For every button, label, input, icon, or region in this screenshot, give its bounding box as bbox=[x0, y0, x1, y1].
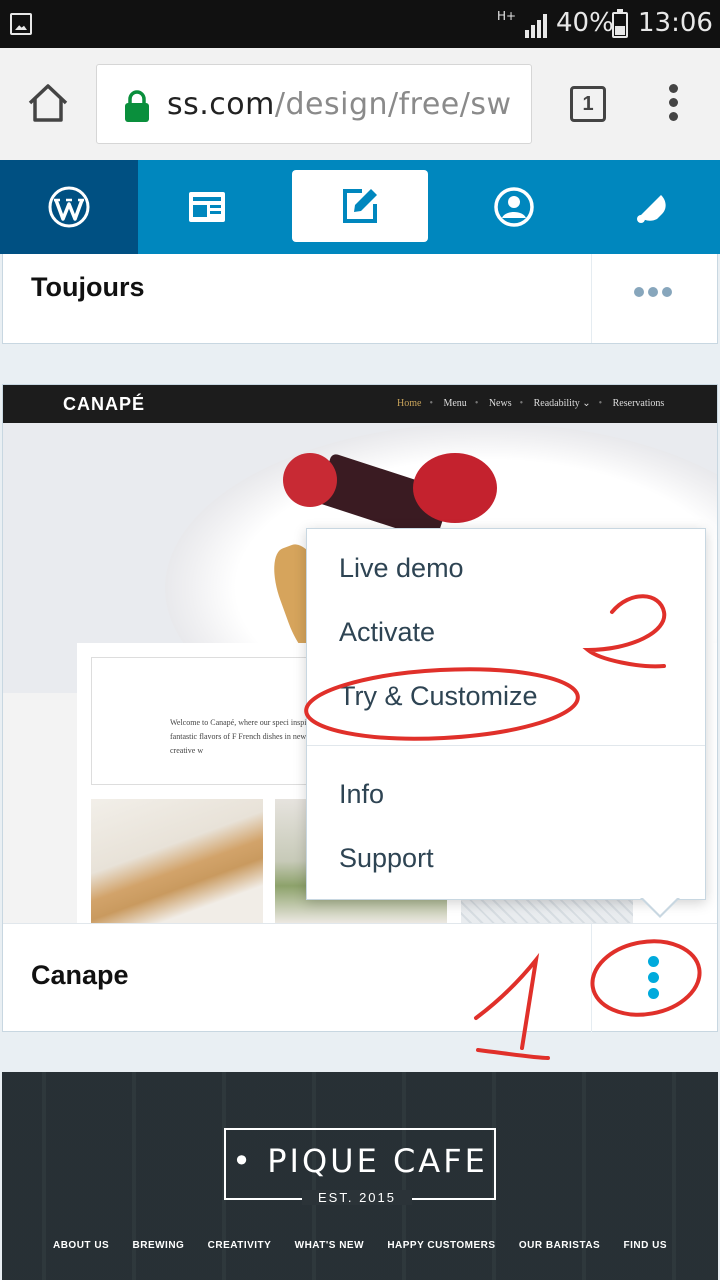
support-menu-item[interactable]: Support bbox=[339, 843, 434, 874]
battery-percent: 40% bbox=[556, 8, 614, 38]
try-customize-menu-item[interactable]: Try & Customize bbox=[339, 681, 538, 712]
overflow-menu-icon[interactable] bbox=[664, 84, 684, 124]
write-button[interactable] bbox=[292, 170, 428, 242]
url-domain: ss.com bbox=[167, 87, 275, 122]
preview-menu-item: Menu bbox=[443, 398, 467, 409]
preview-menu-item: Readability ⌄ bbox=[533, 398, 591, 409]
lock-icon bbox=[125, 90, 149, 122]
preview-thumb-bread bbox=[91, 799, 263, 923]
popover-arrow bbox=[640, 897, 680, 918]
pique-menu-item: FIND US bbox=[623, 1240, 668, 1251]
notifications-button[interactable] bbox=[582, 160, 720, 254]
battery-icon bbox=[612, 9, 628, 38]
write-icon bbox=[343, 189, 377, 223]
preview-menu-item: News bbox=[488, 398, 512, 409]
browser-toolbar: ss.com/design/free/sw 1 bbox=[0, 48, 720, 160]
pique-menu-item: CREATIVITY bbox=[207, 1240, 272, 1251]
more-horizontal-icon bbox=[634, 284, 676, 302]
menu-divider bbox=[307, 745, 705, 746]
pique-menu-item: WHAT'S NEW bbox=[294, 1240, 365, 1251]
url-bar[interactable]: ss.com/design/free/sw bbox=[96, 64, 532, 144]
preview-menu-item: Home bbox=[397, 398, 422, 409]
url-text: ss.com/design/free/sw bbox=[167, 87, 512, 122]
url-path: /design/free/sw bbox=[274, 87, 512, 122]
reader-icon bbox=[189, 192, 225, 222]
theme-card-toujours: Toujours bbox=[2, 254, 718, 344]
wp-masterbar bbox=[0, 160, 720, 254]
live-demo-menu-item[interactable]: Live demo bbox=[339, 553, 464, 584]
preview-navbar: CANAPÉ Home • Menu • News • Readability ⌄ • … bbox=[3, 385, 717, 423]
reader-button[interactable] bbox=[138, 160, 276, 254]
screen: H+ 40% 13:06 ss.com/design/free/sw 1 Tou… bbox=[0, 0, 720, 1280]
preview-menu-item: Reservations bbox=[612, 398, 665, 409]
home-icon[interactable] bbox=[26, 83, 70, 123]
signal-icon bbox=[525, 14, 547, 38]
info-menu-item[interactable]: Info bbox=[339, 779, 384, 810]
gallery-notification-icon bbox=[10, 13, 32, 35]
pique-logo-text: • PIQUE CAFE • bbox=[232, 1142, 488, 1218]
theme-more-button[interactable] bbox=[591, 924, 717, 1032]
pique-menu-item: OUR BARISTAS bbox=[518, 1240, 601, 1251]
my-sites-button[interactable] bbox=[0, 160, 138, 254]
status-bar: H+ 40% 13:06 bbox=[0, 0, 720, 48]
theme-footer: Canape bbox=[3, 923, 717, 1032]
theme-card-pique-cafe[interactable]: • PIQUE CAFE • EST. 2015 ABOUT US BREWIN… bbox=[2, 1072, 718, 1280]
preview-menu: Home • Menu • News • Readability ⌄ • Reserva… bbox=[397, 398, 665, 409]
theme-options-popover: Live demo Activate Try & Customize Info … bbox=[306, 528, 706, 900]
pique-established: EST. 2015 bbox=[302, 1190, 412, 1205]
theme-name: Toujours bbox=[31, 272, 145, 302]
pique-menu-item: HAPPY CUSTOMERS bbox=[387, 1240, 496, 1251]
theme-more-button[interactable] bbox=[591, 254, 717, 343]
preview-logo: CANAPÉ bbox=[63, 394, 146, 414]
tab-switcher-button[interactable]: 1 bbox=[570, 86, 606, 122]
clock: 13:06 bbox=[638, 8, 713, 38]
me-button[interactable] bbox=[446, 160, 582, 254]
activate-menu-item[interactable]: Activate bbox=[339, 617, 435, 648]
wordpress-logo-icon bbox=[48, 186, 90, 228]
me-icon bbox=[494, 187, 534, 227]
pique-menu-item: ABOUT US bbox=[52, 1240, 110, 1251]
notifications-icon bbox=[637, 195, 666, 223]
network-type: H+ bbox=[497, 9, 517, 23]
theme-name: Canape bbox=[31, 960, 129, 990]
pique-menu: ABOUT US BREWING CREATIVITY WHAT'S NEW H… bbox=[2, 1240, 718, 1251]
pique-menu-item: BREWING bbox=[132, 1240, 185, 1251]
